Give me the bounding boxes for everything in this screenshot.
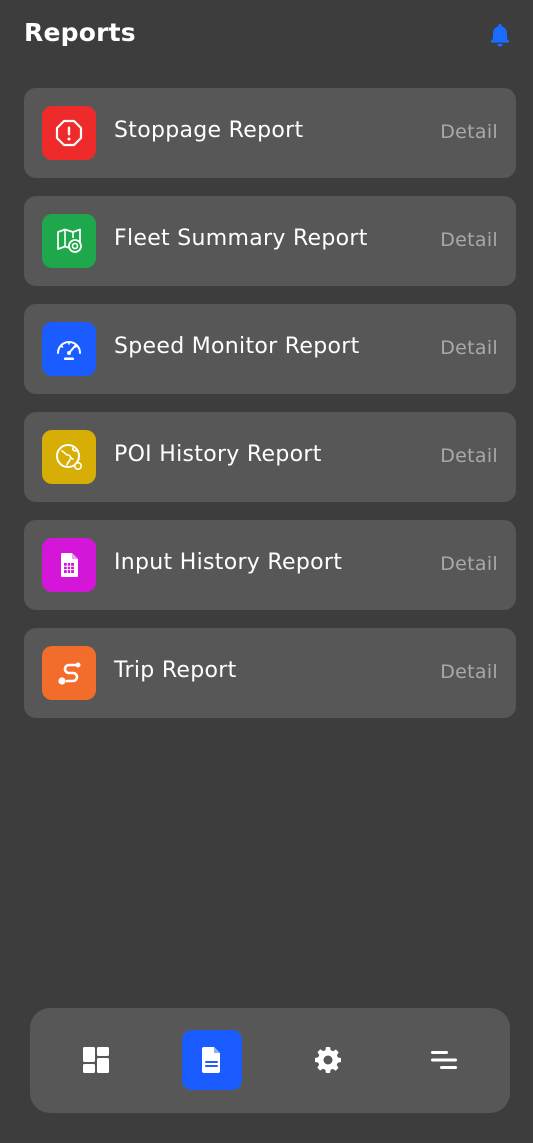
report-card-fleet-summary[interactable]: Fleet Summary Report Detail bbox=[24, 196, 516, 286]
menu-lines-icon[interactable] bbox=[414, 1030, 474, 1090]
spreadsheet-icon bbox=[42, 538, 96, 592]
gear-icon[interactable] bbox=[298, 1030, 358, 1090]
globe-pin-icon bbox=[42, 430, 96, 484]
report-card-poi-history[interactable]: POI History Report Detail bbox=[24, 412, 516, 502]
bottom-nav bbox=[30, 1008, 510, 1113]
detail-link[interactable]: Detail bbox=[440, 229, 498, 251]
detail-link[interactable]: Detail bbox=[440, 553, 498, 575]
report-label: POI History Report bbox=[114, 442, 322, 467]
route-icon bbox=[42, 646, 96, 700]
report-label: Fleet Summary Report bbox=[114, 226, 368, 251]
speedometer-icon bbox=[42, 322, 96, 376]
detail-link[interactable]: Detail bbox=[440, 661, 498, 683]
reports-screen: Reports Stoppage Report Detail Fleet Sum… bbox=[0, 0, 533, 1143]
detail-link[interactable]: Detail bbox=[440, 337, 498, 359]
report-card-stoppage[interactable]: Stoppage Report Detail bbox=[24, 88, 516, 178]
page-title: Reports bbox=[24, 18, 136, 47]
dashboard-grid-icon[interactable] bbox=[66, 1030, 126, 1090]
report-card-trip[interactable]: Trip Report Detail bbox=[24, 628, 516, 718]
document-icon[interactable] bbox=[182, 1030, 242, 1090]
report-list: Stoppage Report Detail Fleet Summary Rep… bbox=[24, 88, 516, 736]
report-label: Trip Report bbox=[114, 658, 237, 683]
report-label: Speed Monitor Report bbox=[114, 334, 360, 359]
stop-octagon-icon bbox=[42, 106, 96, 160]
detail-link[interactable]: Detail bbox=[440, 121, 498, 143]
report-label: Stoppage Report bbox=[114, 118, 304, 143]
bell-icon[interactable] bbox=[486, 21, 514, 49]
report-card-speed-monitor[interactable]: Speed Monitor Report Detail bbox=[24, 304, 516, 394]
header: Reports bbox=[0, 0, 533, 72]
map-pin-icon bbox=[42, 214, 96, 268]
report-card-input-history[interactable]: Input History Report Detail bbox=[24, 520, 516, 610]
report-label: Input History Report bbox=[114, 550, 343, 575]
detail-link[interactable]: Detail bbox=[440, 445, 498, 467]
